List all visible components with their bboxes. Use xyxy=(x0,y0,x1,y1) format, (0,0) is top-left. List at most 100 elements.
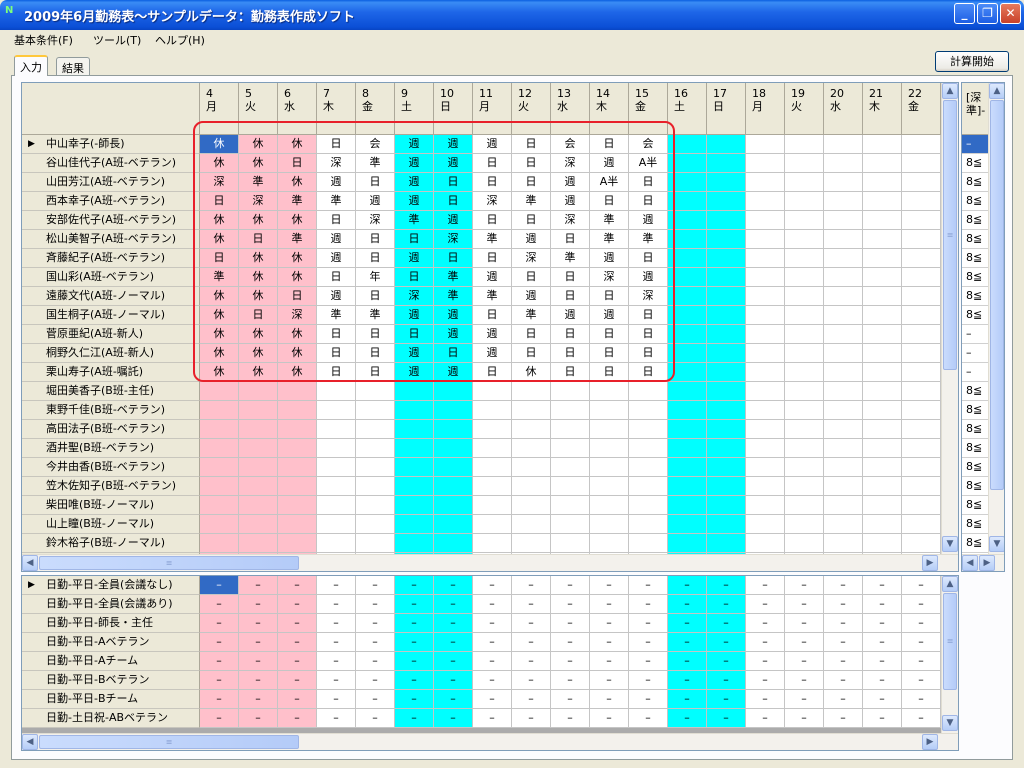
shift-cell[interactable] xyxy=(278,382,317,401)
shift-cell[interactable]: 週 xyxy=(434,325,473,344)
shift-cell[interactable]: 深 xyxy=(590,268,629,287)
shift-cell[interactable] xyxy=(278,477,317,496)
shift-cell[interactable]: 準 xyxy=(278,192,317,211)
requirement-cell[interactable]: – xyxy=(746,614,785,633)
requirement-cell[interactable]: – xyxy=(200,652,239,671)
requirement-cell[interactable]: – xyxy=(239,709,278,728)
shift-cell[interactable]: 日 xyxy=(590,135,629,154)
shift-cell[interactable]: 休 xyxy=(239,135,278,154)
shift-cell[interactable] xyxy=(824,382,863,401)
shift-cell[interactable] xyxy=(824,534,863,553)
shift-cell[interactable]: 週 xyxy=(395,192,434,211)
shift-cell[interactable] xyxy=(434,458,473,477)
requirement-cell[interactable]: – xyxy=(200,595,239,614)
shift-cell[interactable] xyxy=(746,173,785,192)
shift-cell[interactable]: 深 xyxy=(200,173,239,192)
shift-cell[interactable]: 日 xyxy=(239,230,278,249)
shift-cell[interactable] xyxy=(824,211,863,230)
shift-cell[interactable] xyxy=(512,382,551,401)
shift-cell[interactable]: 休 xyxy=(512,363,551,382)
requirement-cell[interactable]: – xyxy=(512,595,551,614)
shift-cell[interactable] xyxy=(590,496,629,515)
requirement-cell[interactable]: – xyxy=(707,709,746,728)
requirement-cell[interactable]: – xyxy=(902,614,941,633)
shift-cell[interactable] xyxy=(668,458,707,477)
shift-cell[interactable] xyxy=(746,363,785,382)
shift-cell[interactable] xyxy=(902,344,941,363)
requirement-cell[interactable]: – xyxy=(278,614,317,633)
shift-cell[interactable]: 休 xyxy=(278,211,317,230)
shift-cell[interactable]: 準 xyxy=(629,230,668,249)
shift-cell[interactable]: 日 xyxy=(512,211,551,230)
shift-cell[interactable]: 日 xyxy=(434,173,473,192)
shift-cell[interactable]: 準 xyxy=(473,287,512,306)
shift-cell[interactable] xyxy=(707,477,746,496)
constraint-cell[interactable]: – xyxy=(962,363,988,382)
shift-cell[interactable] xyxy=(278,458,317,477)
shift-cell[interactable] xyxy=(590,420,629,439)
shift-cell[interactable]: 深 xyxy=(512,249,551,268)
requirement-cell[interactable]: – xyxy=(200,614,239,633)
day-header[interactable]: 4月 xyxy=(200,83,239,135)
shift-cell[interactable]: 休 xyxy=(200,135,239,154)
requirement-vscroll[interactable]: ▲ ≡ ▼ xyxy=(941,576,958,733)
shift-cell[interactable] xyxy=(590,534,629,553)
shift-cell[interactable] xyxy=(902,458,941,477)
shift-cell[interactable] xyxy=(707,439,746,458)
shift-cell[interactable] xyxy=(668,420,707,439)
shift-cell[interactable]: 日 xyxy=(434,192,473,211)
shift-cell[interactable] xyxy=(434,534,473,553)
shift-cell[interactable] xyxy=(278,534,317,553)
shift-cell[interactable] xyxy=(278,401,317,420)
shift-cell[interactable] xyxy=(629,496,668,515)
shift-cell[interactable] xyxy=(746,458,785,477)
shift-cell[interactable] xyxy=(356,401,395,420)
constraint-cell[interactable]: 8≦ xyxy=(962,211,988,230)
shift-cell[interactable] xyxy=(434,515,473,534)
requirement-cell[interactable]: – xyxy=(902,595,941,614)
requirement-cell[interactable]: – xyxy=(746,652,785,671)
shift-cell[interactable]: 休 xyxy=(239,325,278,344)
shift-cell[interactable] xyxy=(473,458,512,477)
scroll-up-icon[interactable]: ▲ xyxy=(989,83,1004,99)
requirement-cell[interactable]: – xyxy=(473,633,512,652)
shift-cell[interactable]: 日 xyxy=(317,268,356,287)
shift-cell[interactable]: 準 xyxy=(395,211,434,230)
requirement-name[interactable]: 日勤-平日-全員(会議あり) xyxy=(22,595,200,614)
requirement-cell[interactable]: – xyxy=(746,595,785,614)
shift-cell[interactable]: 日 xyxy=(590,363,629,382)
requirement-cell[interactable]: – xyxy=(239,690,278,709)
shift-cell[interactable] xyxy=(824,496,863,515)
shift-cell[interactable]: 深 xyxy=(551,154,590,173)
shift-cell[interactable]: 休 xyxy=(278,173,317,192)
shift-cell[interactable] xyxy=(239,458,278,477)
shift-cell[interactable] xyxy=(434,382,473,401)
shift-cell[interactable] xyxy=(824,230,863,249)
shift-cell[interactable] xyxy=(200,401,239,420)
shift-cell[interactable]: 日 xyxy=(629,192,668,211)
requirement-cell[interactable]: – xyxy=(629,633,668,652)
requirement-cell[interactable]: – xyxy=(200,576,239,595)
shift-cell[interactable]: 準 xyxy=(551,249,590,268)
shift-cell[interactable] xyxy=(863,268,902,287)
requirement-cell[interactable]: – xyxy=(473,595,512,614)
day-header[interactable]: 16 土 xyxy=(668,83,707,135)
shift-cell[interactable]: 深 xyxy=(629,287,668,306)
shift-cell[interactable]: 日 xyxy=(473,363,512,382)
staff-name[interactable]: 山上瞳(B班-ノーマル) xyxy=(22,515,200,534)
shift-cell[interactable] xyxy=(356,534,395,553)
shift-cell[interactable] xyxy=(746,382,785,401)
shift-cell[interactable]: 年 xyxy=(356,268,395,287)
shift-cell[interactable] xyxy=(824,173,863,192)
requirement-cell[interactable]: – xyxy=(278,633,317,652)
shift-cell[interactable] xyxy=(707,382,746,401)
shift-cell[interactable]: 休 xyxy=(200,230,239,249)
shift-cell[interactable] xyxy=(317,496,356,515)
shift-cell[interactable] xyxy=(551,477,590,496)
shift-cell[interactable] xyxy=(590,477,629,496)
shift-cell[interactable]: 日 xyxy=(356,325,395,344)
requirement-cell[interactable]: – xyxy=(551,595,590,614)
requirement-cell[interactable]: – xyxy=(668,576,707,595)
shift-cell[interactable] xyxy=(746,534,785,553)
shift-cell[interactable] xyxy=(434,420,473,439)
